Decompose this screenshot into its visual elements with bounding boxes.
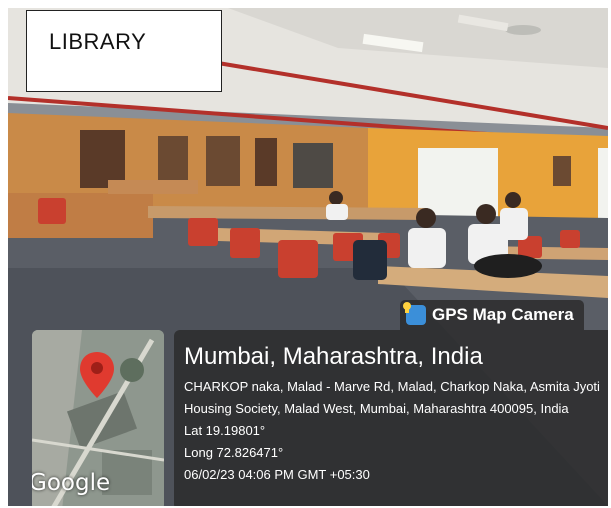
- gps-brand-label: GPS Map Camera: [432, 305, 574, 324]
- gps-map-camera-badge: GPS Map Camera: [400, 300, 584, 330]
- address-text: CHARKOP naka, Malad - Marve Rd, Malad, C…: [184, 379, 600, 416]
- location-info-panel: Mumbai, Maharashtra, India CHARKOP naka,…: [174, 330, 608, 506]
- latitude-text: Lat 19.19801°: [184, 423, 266, 438]
- library-label-box: LIBRARY: [26, 10, 222, 92]
- library-label: LIBRARY: [49, 29, 147, 54]
- longitude-text: Long 72.826471°: [184, 445, 284, 460]
- timestamp-text: 06/02/23 04:06 PM GMT +05:30: [184, 467, 370, 482]
- gps-camera-icon: [403, 302, 426, 325]
- map-pin-icon: [80, 352, 114, 398]
- google-attribution: Google: [32, 470, 111, 496]
- location-title: Mumbai, Maharashtra, India: [184, 343, 483, 370]
- map-thumbnail: Google: [32, 330, 164, 506]
